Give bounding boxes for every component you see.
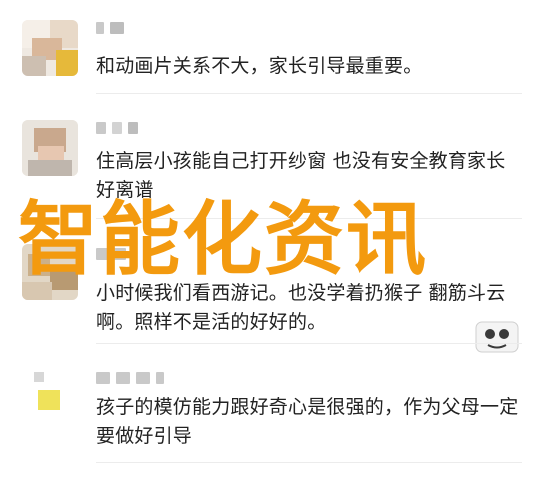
username[interactable]	[96, 122, 138, 136]
divider	[96, 343, 522, 344]
divider	[96, 462, 522, 463]
divider	[96, 93, 522, 94]
comment-text: 孩子的模仿能力跟好奇心是很强的，作为父母一定要做好引导	[96, 396, 519, 447]
avatar[interactable]	[22, 120, 78, 176]
avatar[interactable]	[22, 20, 78, 76]
sticker-icon	[470, 316, 526, 356]
username[interactable]	[96, 22, 124, 36]
comment-text: 和动画片关系不大，家长引导最重要。	[96, 55, 423, 77]
avatar[interactable]	[22, 366, 78, 422]
username[interactable]	[96, 372, 164, 386]
overlay-title: 智能化资讯	[18, 193, 428, 286]
